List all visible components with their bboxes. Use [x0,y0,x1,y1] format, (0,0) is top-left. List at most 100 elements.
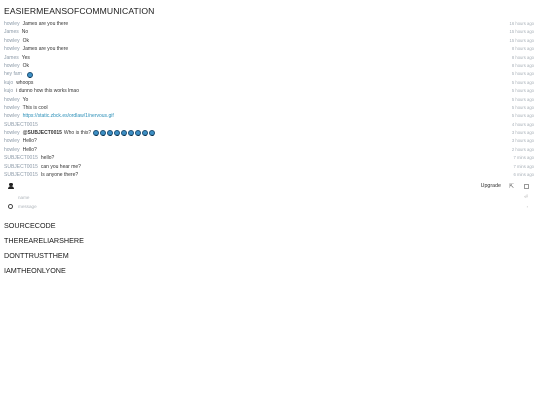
smiley-emoji-icon [135,130,142,137]
chat-message: howley James are you there 16 hours ago [4,20,534,28]
message-text: whoops [16,79,33,87]
smiley-emoji-icon [107,130,114,137]
message-timestamp: 16 hours ago [509,21,534,26]
smiley-emoji-icon [114,130,121,137]
message-author[interactable]: kujo [4,87,13,95]
upgrade-link[interactable]: Upgrade [481,183,501,189]
smiley-emoji-icon [121,130,128,137]
message-author[interactable]: kujo [4,79,13,87]
settings-checkbox[interactable] [524,183,529,189]
message-timestamp: 5 hours ago [511,71,534,77]
emoji-group [93,130,156,137]
message-text: i dunno how this works lmao [16,87,79,95]
message-body: Yo [22,96,29,103]
message-author[interactable]: hey fam [4,70,22,78]
message-body: No [21,29,29,36]
message-author[interactable]: SUBJECT0015 [4,121,38,129]
chat-message: howley James are you there 8 hours ago [4,45,534,53]
footer-line: IAMTHEONLYONE [4,266,66,275]
message-timestamp: 5 hours ago [511,113,534,119]
external-link-icon[interactable]: ⇱ [509,183,514,190]
message-text: No [22,28,28,36]
message-body: Yes [21,54,30,61]
message-text: Yo [23,96,29,104]
chat-message: kujo whoops 5 hours ago [4,79,534,87]
message-timestamp: 3 hours ago [511,130,534,136]
message-author[interactable]: howley [4,37,20,45]
message-timestamp: 8 hours ago [511,54,534,60]
message-timestamp: 8 hours ago [511,46,534,52]
emoji-picker-icon[interactable] [8,203,13,209]
chat-log: howley James are you there 16 hours ago Jam… [4,20,534,179]
smiley-emoji-icon [142,130,149,137]
message-row: message › [4,202,534,210]
user-icon[interactable] [8,182,14,190]
chat-message: howley https://static.zbck.es/ordlaw/1/ne… [4,112,534,120]
message-author[interactable]: howley [4,20,20,28]
name-input[interactable]: name [18,195,30,200]
message-link[interactable]: https://static.zbck.es/ordlaw/1/nervous.… [23,112,114,120]
smiley-emoji-icon [128,130,135,137]
message-author[interactable]: howley [4,146,20,154]
message-text: https://static.zbck.es/ordlaw/1/nervous.… [23,112,114,120]
message-author[interactable]: SUBJECT0015 [4,163,38,171]
expand-icon[interactable]: › [527,204,528,209]
chat-message: howley @SUBJECT0015 Who is this? 3 hours ag… [4,129,534,137]
message-author[interactable]: howley [4,112,20,120]
footer-line: SOURCECODE [4,221,56,230]
footer-lines: SOURCECODE THEREARELIARSHERE DONTTRUSTTH… [4,218,84,278]
message-body: James are you there [22,46,69,53]
chat-message: James No 15 hours ago [4,28,534,36]
message-text: Ok [23,37,29,45]
message-timestamp: 4 hours ago [511,121,534,127]
send-icon[interactable]: ⏎ [524,194,528,200]
message-author[interactable]: howley [4,62,20,70]
message-body: Ok [22,62,29,69]
message-author[interactable]: SUBJECT0015 [4,171,38,179]
message-author[interactable]: howley [4,129,20,137]
message-body: Hello? [22,146,37,153]
name-row: name ⏎ [4,193,534,201]
message-timestamp: 6 mins ago [513,172,534,178]
message-timestamp: 7 mins ago [513,163,534,169]
message-text: hello? [41,154,54,162]
chat-message: kujo i dunno how this works lmao 5 hours a… [4,87,534,95]
message-text: This is cool [23,104,48,112]
smiley-emoji-icon [26,71,33,78]
emoji-group [26,71,34,78]
chat-toolbar: Upgrade ⇱ [4,181,534,191]
chat-message: hey fam 5 hours ago [4,70,534,78]
smiley-emoji-icon [149,130,156,137]
message-text: Hello? [23,137,37,145]
message-text: Hello? [23,146,37,154]
page-title: EASIERMEANSOFCOMMUNICATION [4,6,155,16]
message-timestamp: 3 hours ago [511,138,534,144]
message-text: Is anyone there? [41,171,78,179]
message-text: @SUBJECT0015 Who is this? [23,129,157,137]
message-author[interactable]: James [4,28,19,36]
message-text: Ok [23,62,29,70]
message-input[interactable]: message [18,204,37,209]
message-author[interactable]: howley [4,104,20,112]
footer-line: DONTTRUSTTHEM [4,251,69,260]
message-author[interactable]: howley [4,45,20,53]
message-text: James are you there [23,20,69,28]
message-author[interactable]: James [4,54,19,62]
message-timestamp: 5 hours ago [511,96,534,102]
message-author[interactable]: SUBJECT0015 [4,154,38,162]
message-body: hello? [40,155,55,162]
message-body: Hello? [22,138,37,145]
message-timestamp: 15 hours ago [509,29,534,35]
smiley-emoji-icon [93,130,100,137]
message-body: i dunno how this works lmao [16,88,79,95]
message-timestamp: 8 hours ago [511,62,534,68]
message-text [25,71,34,78]
chat-message: James Yes 8 hours ago [4,54,534,62]
message-rest: Who is this? [63,130,92,137]
smiley-emoji-icon [100,130,107,137]
message-body: Is anyone there? [40,172,79,179]
chat-message: howley This is cool 5 hours ago [4,104,534,112]
message-author[interactable]: howley [4,96,20,104]
message-author[interactable]: howley [4,137,20,145]
mention[interactable]: @SUBJECT0015 [23,129,62,137]
